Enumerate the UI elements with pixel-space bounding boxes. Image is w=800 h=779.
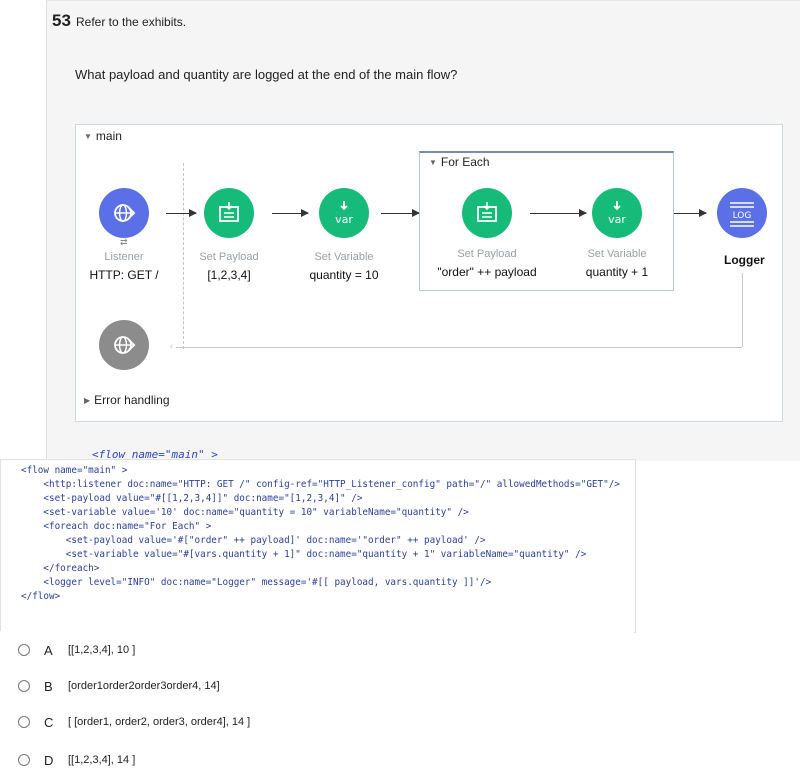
code-line: <set-payload value="#[[1,2,3,4]]" doc:na…: [21, 493, 363, 504]
option-d[interactable]: D [[1,2,3,4], 14 ]: [18, 751, 135, 769]
foreach-set-payload-value: "order" ++ payload: [437, 265, 537, 279]
question-text: What payload and quantity are logged at …: [75, 67, 458, 82]
foreach-set-variable-label: Set Variable: [587, 248, 647, 260]
foreach-set-variable-value: quantity + 1: [585, 265, 649, 279]
code-line: <foreach doc:name="For Each" >: [21, 521, 212, 532]
globe-icon[interactable]: [99, 188, 149, 238]
set-payload-icon[interactable]: [204, 188, 254, 238]
radio-button[interactable]: [18, 680, 30, 692]
radio-button[interactable]: [18, 716, 30, 728]
option-letter: C: [44, 714, 54, 730]
option-letter: A: [44, 642, 53, 658]
question-reference: Refer to the exhibits.: [76, 15, 187, 29]
option-text: [[1,2,3,4], 14 ]: [68, 754, 136, 766]
option-letter: B: [44, 678, 53, 694]
radio-button[interactable]: [18, 754, 30, 766]
flow-arrow: [166, 209, 197, 217]
collapse-triangle-icon[interactable]: ▼: [429, 158, 437, 167]
svg-text:var: var: [335, 213, 353, 226]
option-text: [ [order1, order2, order3, order4], 14 ]: [68, 716, 251, 728]
answer-options: A [[1,2,3,4], 10 ] B [order1order2order3or…: [0, 631, 634, 779]
question-number: 53: [52, 11, 71, 30]
option-text: [order1order2order3order4, 14]: [68, 680, 220, 692]
option-c[interactable]: C [ [order1, order2, order3, order4], 14 …: [18, 713, 250, 731]
globe-icon[interactable]: [99, 320, 149, 370]
option-letter: D: [44, 752, 54, 768]
option-text: [[1,2,3,4], 10 ]: [68, 644, 136, 656]
code-line: <http:listener doc:name="HTTP: GET /" co…: [21, 479, 620, 490]
code-line: <set-variable value='10' doc:name="quant…: [21, 507, 469, 518]
foreach-scope[interactable]: ▼ For Each Set Payload "order" ++ payload…: [419, 151, 674, 291]
set-payload-value: [1,2,3,4]: [207, 268, 251, 282]
return-arrow-icon: ‹: [170, 341, 174, 352]
flow-arrow: [674, 209, 707, 217]
error-handling-toggle[interactable]: ▶ Error handling: [84, 393, 170, 407]
code-line: <logger level="INFO" doc:name="Logger" m…: [21, 577, 492, 588]
logger-label: Logger: [724, 253, 765, 267]
return-line: [176, 347, 742, 348]
listener-value: HTTP: GET /: [89, 268, 159, 282]
logger-icon[interactable]: LOG: [717, 188, 767, 238]
flow-arrow: [272, 209, 309, 217]
return-line: [742, 273, 743, 347]
sync-icon: ⇄: [120, 237, 128, 247]
set-payload-label: Set Payload: [199, 251, 259, 263]
flow-diagram: ▼ main ⇄ Listener HTTP: GET / Set Payload…: [75, 124, 783, 422]
flow-arrow: [530, 209, 587, 217]
flow-title: ▼ main: [84, 129, 122, 143]
code-line: <set-payload value='#["order" ++ payload…: [21, 535, 486, 546]
code-line: </foreach>: [21, 563, 100, 574]
expand-triangle-icon: ▶: [84, 396, 91, 405]
set-payload-icon[interactable]: [462, 188, 512, 238]
foreach-set-payload-label: Set Payload: [457, 248, 517, 260]
code-line: <flow name="main" >: [21, 465, 128, 476]
listener-label: Listener: [104, 251, 144, 263]
code-block: <flow name="main" > <http:listener doc:n…: [1, 460, 629, 602]
set-variable-value: quantity = 10: [309, 268, 379, 282]
code-exhibit: <flow name="main" > <http:listener doc:n…: [0, 459, 636, 633]
var-icon[interactable]: var: [319, 188, 369, 238]
option-b[interactable]: B [order1order2order3order4, 14]: [18, 677, 220, 695]
option-a[interactable]: A [[1,2,3,4], 10 ]: [18, 641, 135, 659]
set-variable-label: Set Variable: [314, 251, 374, 263]
flow-arrow: [381, 209, 420, 217]
svg-text:var: var: [608, 213, 626, 226]
var-icon[interactable]: var: [592, 188, 642, 238]
code-line: </flow>: [21, 591, 61, 602]
code-line: <set-variable value="#[vars.quantity + 1…: [21, 549, 587, 560]
collapse-triangle-icon[interactable]: ▼: [84, 132, 92, 141]
foreach-title: ▼ For Each: [429, 155, 490, 169]
svg-text:LOG: LOG: [733, 211, 752, 221]
radio-button[interactable]: [18, 644, 30, 656]
